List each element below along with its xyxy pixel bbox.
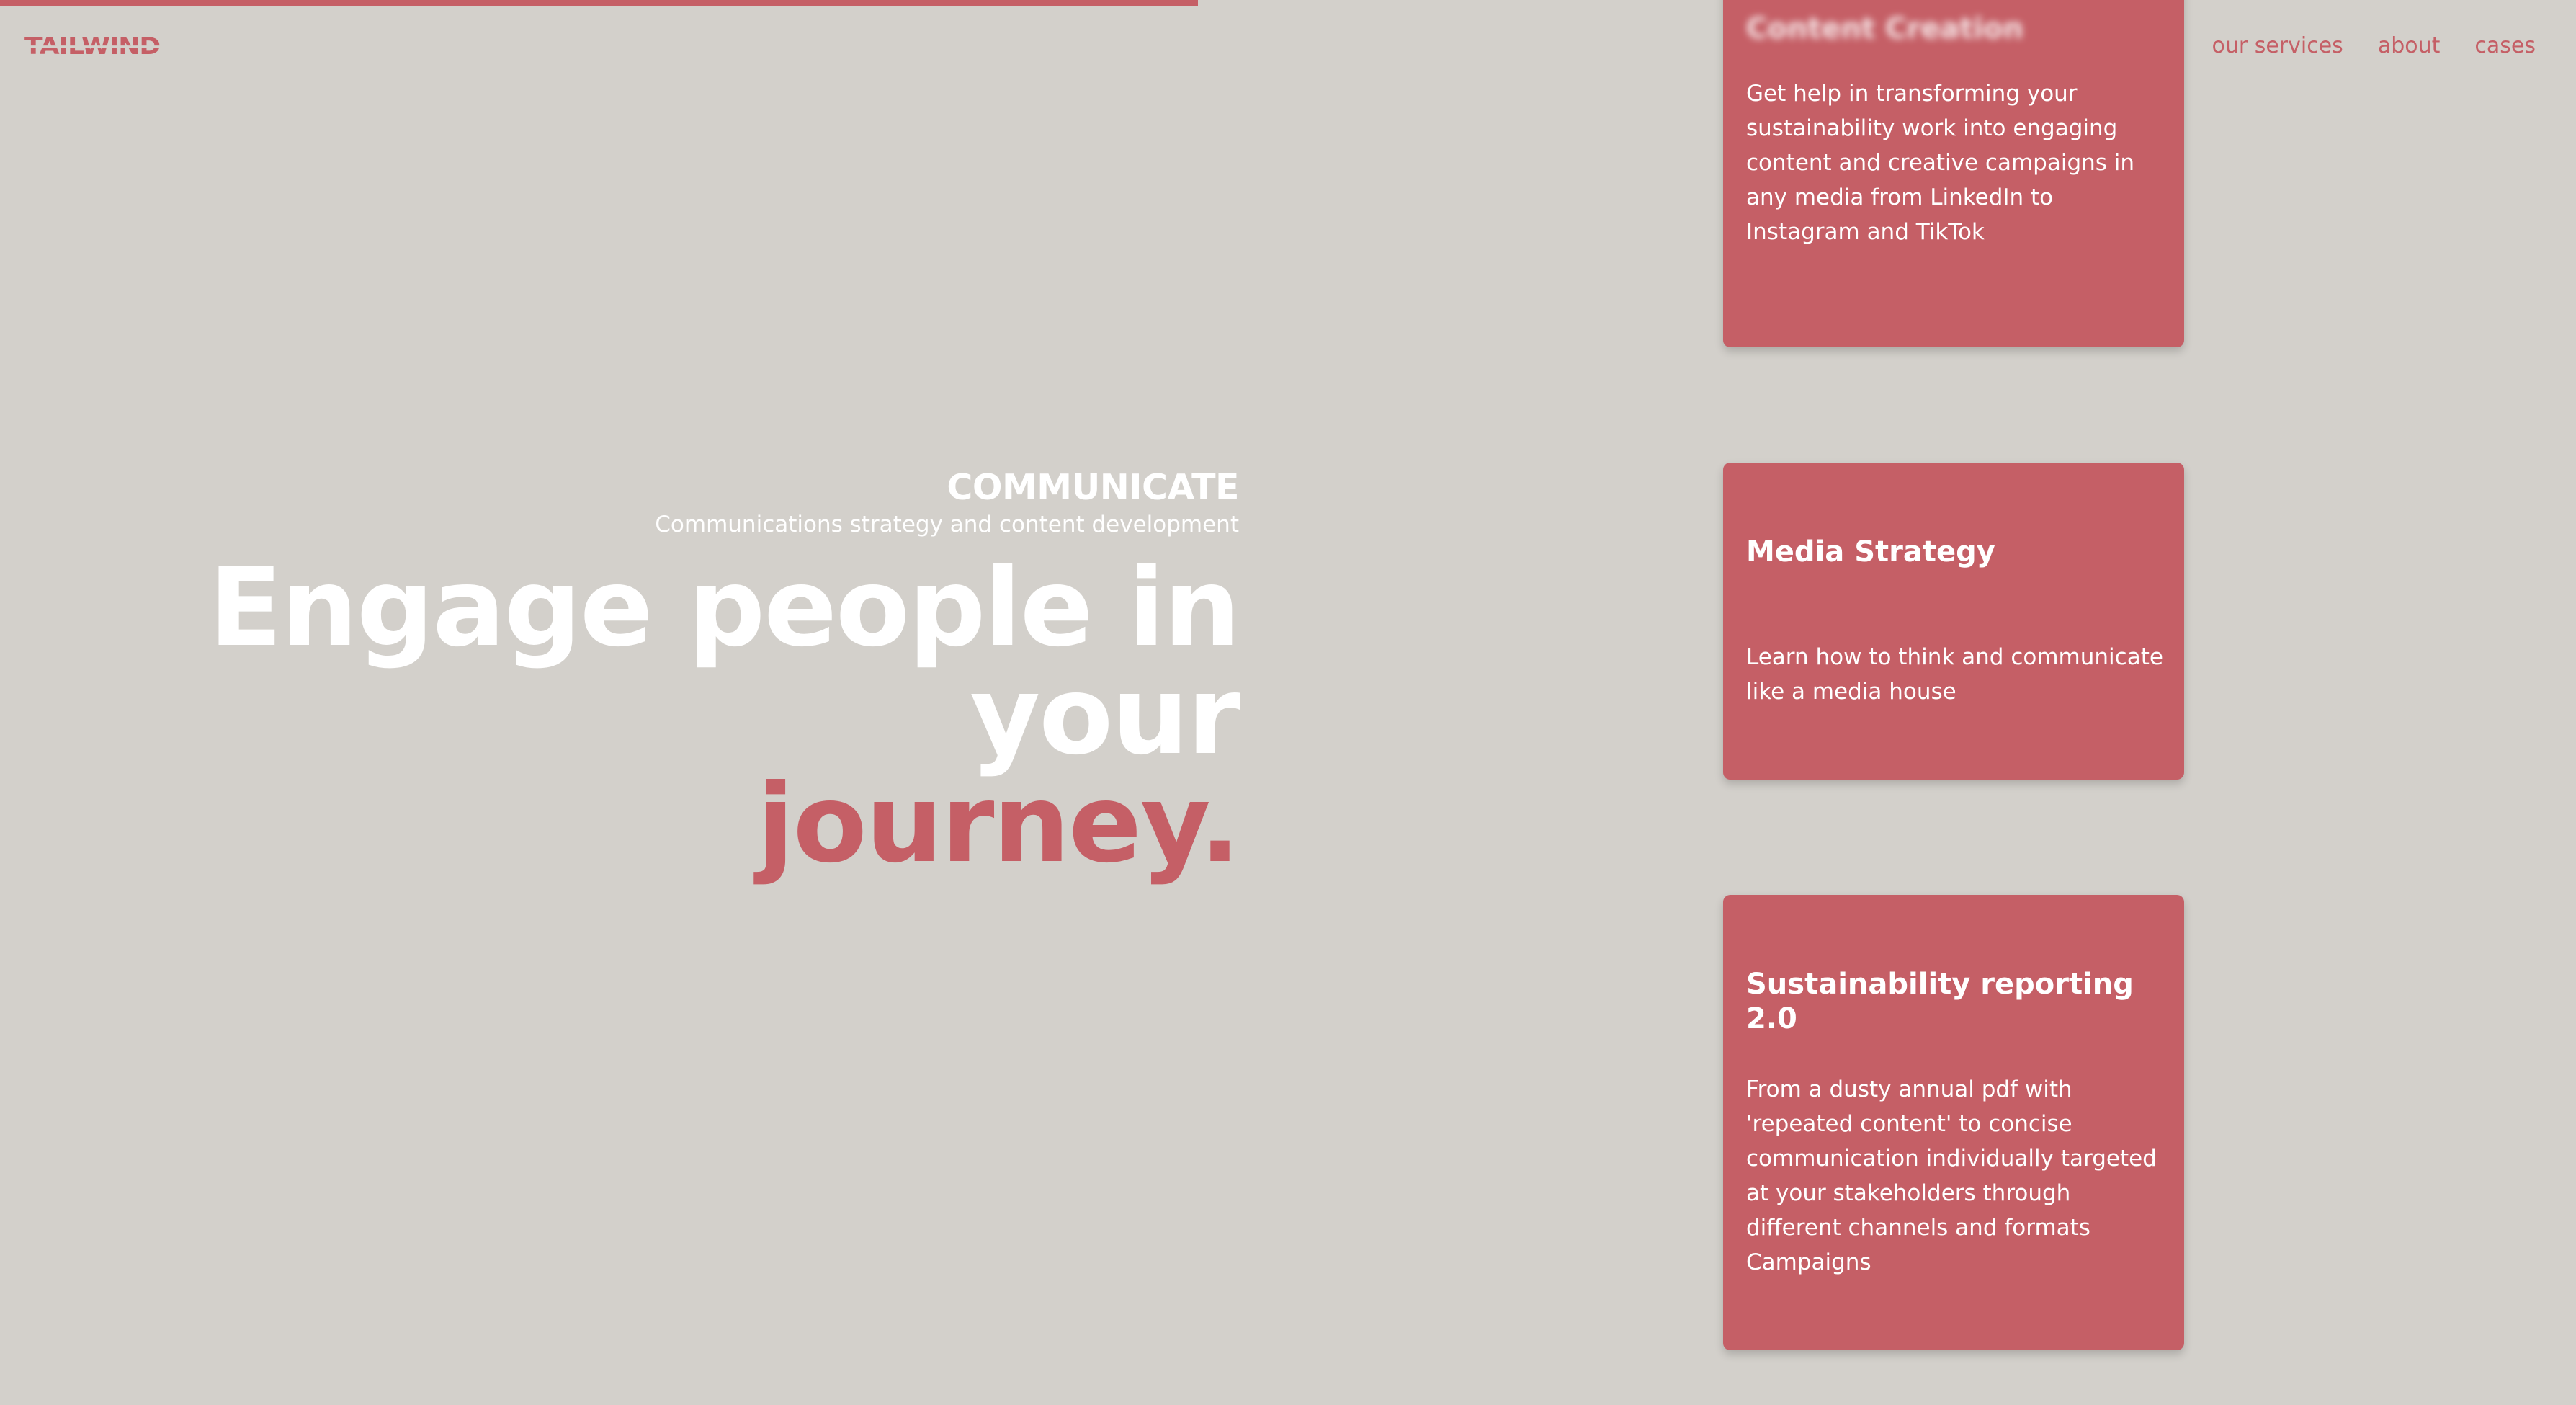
hero-headline-accent: journey. [757,762,1240,888]
service-card-title: Media Strategy [1746,535,1995,568]
main-nav: our services about cases [2211,33,2536,58]
nav-link-about[interactable]: about [2378,33,2441,58]
service-card-content-creation[interactable]: Content Creation Get help in transformin… [1723,0,2184,347]
service-card-title: Content Creation [1746,12,2024,45]
service-card-sustainability-reporting[interactable]: Sustainability reporting 2.0 From a dust… [1723,895,2184,1350]
scroll-progress-bar [0,0,2576,6]
hero-section: COMMUNICATE Communications strategy and … [14,467,1240,878]
hero-headline: Engage people in your journey. [14,554,1240,878]
service-card-title: Sustainability reporting 2.0 [1746,968,2134,1035]
service-card-media-strategy[interactable]: Media Strategy Learn how to think and co… [1723,463,2184,780]
hero-headline-main: Engage people in your [208,545,1240,780]
site-logo[interactable]: TAILWIND [24,33,161,60]
scroll-progress-fill [0,0,1198,6]
service-card-text: Get help in transforming your sustainabi… [1746,81,2135,245]
hero-eyebrow: COMMUNICATE [947,467,1239,508]
nav-link-cases[interactable]: cases [2474,33,2536,58]
nav-link-our-services[interactable]: our services [2211,33,2343,58]
hero-subtitle: Communications strategy and content deve… [655,511,1239,538]
service-card-text: From a dusty annual pdf with 'repeated c… [1746,1076,2157,1275]
service-card-text: Learn how to think and communicate like … [1746,644,2163,705]
